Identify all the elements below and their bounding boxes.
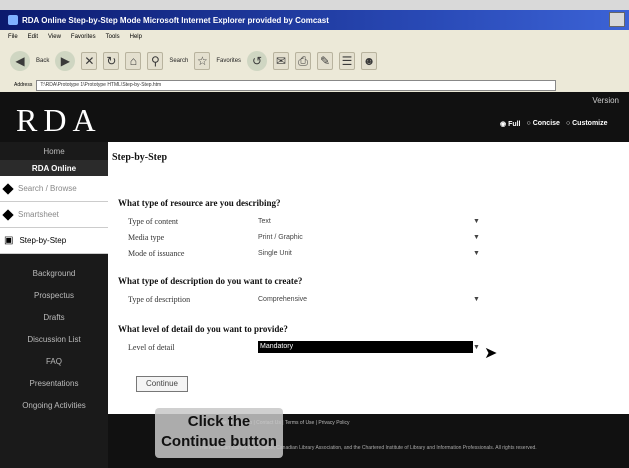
sidebar-item-ongoing-activities[interactable]: Ongoing Activities xyxy=(0,394,108,416)
field-label: Type of content xyxy=(128,216,179,226)
address-input[interactable]: T:\RDA\Prototype 1\Prototype HTML\Step-b… xyxy=(36,79,557,91)
address-label: Address xyxy=(14,82,33,88)
instruction-callout: Click the Continue button xyxy=(155,408,283,458)
chevron-down-icon[interactable]: ▼ xyxy=(473,295,480,303)
discuss-icon[interactable]: ☰ xyxy=(339,52,356,70)
messenger-icon[interactable]: ☻ xyxy=(361,52,378,70)
sidebar-item-home[interactable]: Home xyxy=(0,142,108,160)
menu-file[interactable]: File xyxy=(8,34,18,40)
window-titlebar: RDA Online Step-by-Step Mode Microsoft I… xyxy=(0,10,629,30)
view-option-customize[interactable]: ○ Customize xyxy=(566,120,608,128)
view-option-concise[interactable]: ○ Concise xyxy=(527,120,560,128)
level-of-detail-select[interactable]: Mandatory xyxy=(258,341,473,353)
chevron-down-icon[interactable]: ▼ xyxy=(473,249,480,257)
search-label[interactable]: Search xyxy=(169,58,188,64)
search-icon[interactable]: ⚲ xyxy=(147,52,164,70)
media-type-select[interactable]: Print / Graphic xyxy=(258,234,473,241)
view-options: ◉ Full ○ Concise ○ Customize xyxy=(500,120,608,128)
type-of-description-select[interactable]: Comprehensive xyxy=(258,296,473,303)
edit-icon[interactable]: ✎ xyxy=(317,52,334,70)
favorites-label[interactable]: Favorites xyxy=(216,58,241,64)
sidebar-item-background[interactable]: Background xyxy=(0,262,108,284)
diamond-icon xyxy=(2,208,14,221)
stop-icon[interactable]: ✕ xyxy=(81,52,98,70)
type-of-content-select[interactable]: Text xyxy=(258,218,473,225)
mode-of-issuance-select[interactable]: Single Unit xyxy=(258,250,473,257)
sidebar-section-head: RDA Online xyxy=(0,160,108,176)
field-row-mode-of-issuance: Mode of issuance Single Unit ▼ xyxy=(128,246,498,260)
sidebar-item-step-by-step[interactable]: ▣ Step-by-Step xyxy=(0,228,108,254)
field-label: Mode of issuance xyxy=(128,248,185,258)
mail-icon[interactable]: ✉ xyxy=(273,52,290,70)
question-resource-type: What type of resource are you describing… xyxy=(118,198,281,208)
book-icon: ▣ xyxy=(4,235,14,246)
history-icon[interactable]: ↺ xyxy=(247,51,268,71)
main-content: Step-by-Step What type of resource are y… xyxy=(108,142,629,414)
menu-favorites[interactable]: Favorites xyxy=(71,34,96,40)
sidebar-item-search-browse[interactable]: Search / Browse xyxy=(0,176,108,202)
favorites-icon[interactable]: ☆ xyxy=(194,52,211,70)
sidebar-item-presentations[interactable]: Presentations xyxy=(0,372,108,394)
site-header: RDA Version ◉ Full ○ Concise ○ Customize xyxy=(0,92,629,142)
sidebar-item-prospectus[interactable]: Prospectus xyxy=(0,284,108,306)
ie-icon xyxy=(8,15,18,25)
question-level-of-detail: What level of detail do you want to prov… xyxy=(118,324,288,334)
field-label: Media type xyxy=(128,232,165,242)
version-label: Version xyxy=(592,96,619,105)
field-row-media-type: Media type Print / Graphic ▼ xyxy=(128,230,498,244)
field-row-type-of-content: Type of content Text ▼ xyxy=(128,214,498,228)
sidebar: Home RDA Online Search / Browse Smartshe… xyxy=(0,142,108,468)
field-row-level-of-detail: Level of detail Mandatory ▼ xyxy=(128,340,498,354)
sidebar-item-drafts[interactable]: Drafts xyxy=(0,306,108,328)
browser-toolbar: ◀ Back ▶ ✕ ↻ ⌂ ⚲ Search ☆ Favorites ↺ ✉ … xyxy=(0,44,629,78)
print-icon[interactable]: ⎙ xyxy=(295,52,312,70)
view-option-full[interactable]: ◉ Full xyxy=(500,120,521,128)
menu-help[interactable]: Help xyxy=(130,34,142,40)
refresh-icon[interactable]: ↻ xyxy=(103,52,120,70)
home-icon[interactable]: ⌂ xyxy=(125,52,142,70)
diamond-icon xyxy=(2,182,14,195)
field-label: Level of detail xyxy=(128,342,175,352)
back-icon[interactable]: ◀ xyxy=(10,51,30,71)
sidebar-item-discussion-list[interactable]: Discussion List xyxy=(0,328,108,350)
chevron-down-icon[interactable]: ▼ xyxy=(473,217,480,225)
callout-line-2: Continue button xyxy=(161,433,277,450)
forward-icon[interactable]: ▶ xyxy=(55,51,76,71)
callout-line-1: Click the xyxy=(187,413,251,430)
menu-tools[interactable]: Tools xyxy=(106,34,120,40)
web-page: RDA Version ◉ Full ○ Concise ○ Customize… xyxy=(0,92,629,468)
back-label[interactable]: Back xyxy=(36,58,49,64)
menu-bar: File Edit View Favorites Tools Help xyxy=(0,30,629,44)
menu-edit[interactable]: Edit xyxy=(28,34,38,40)
field-label: Type of description xyxy=(128,294,191,304)
menu-view[interactable]: View xyxy=(48,34,61,40)
sidebar-item-faq[interactable]: FAQ xyxy=(0,350,108,372)
page-title: Step-by-Step xyxy=(112,152,168,163)
mouse-cursor-icon: ➤ xyxy=(484,345,498,362)
site-logo[interactable]: RDA xyxy=(16,102,102,139)
question-description-type: What type of description do you want to … xyxy=(118,276,303,286)
continue-button[interactable]: Continue xyxy=(136,376,188,392)
sidebar-item-smartsheet[interactable]: Smartsheet xyxy=(0,202,108,228)
address-bar: Address T:\RDA\Prototype 1\Prototype HTM… xyxy=(0,78,629,92)
chevron-down-icon[interactable]: ▼ xyxy=(473,233,480,241)
close-window-button[interactable] xyxy=(609,12,625,27)
field-row-type-of-description: Type of description Comprehensive ▼ xyxy=(128,292,498,306)
chevron-down-icon[interactable]: ▼ xyxy=(473,343,480,351)
window-title: RDA Online Step-by-Step Mode Microsoft I… xyxy=(22,15,329,25)
